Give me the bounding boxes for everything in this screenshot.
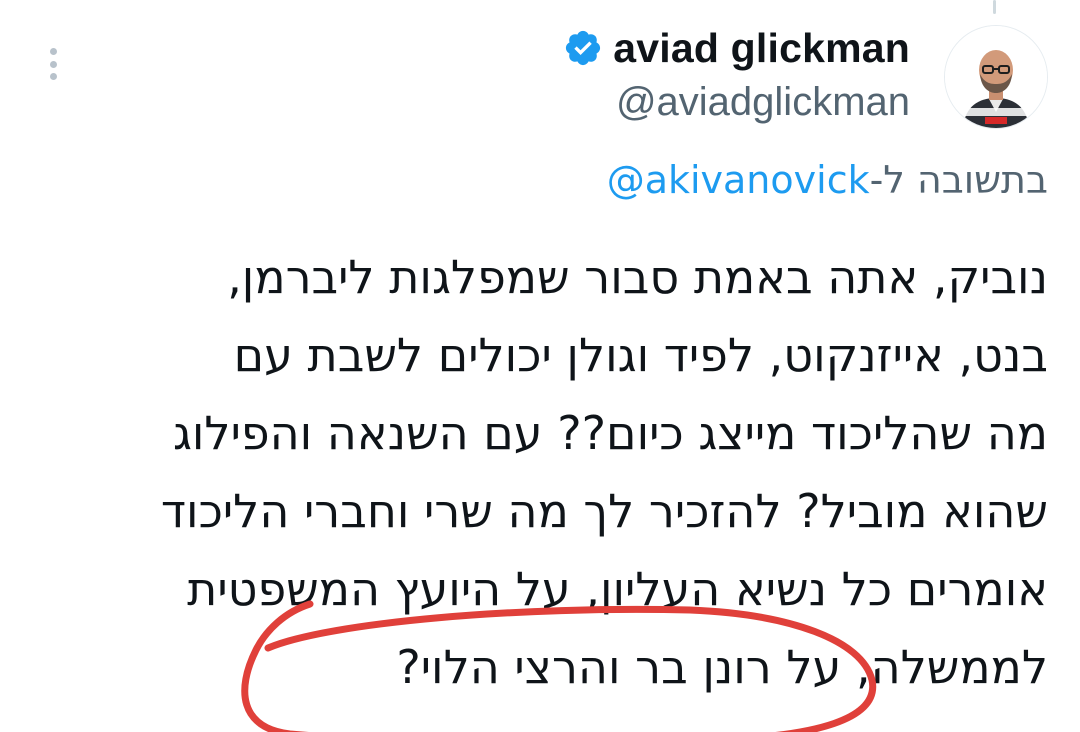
tweet-text-line: לממשלה, על רונן בר והרצי הלוי? (396, 640, 1048, 694)
avatar-portrait (945, 26, 1047, 128)
more-options-button[interactable] (40, 44, 66, 84)
author-handle[interactable]: @aviadglickman (563, 80, 910, 125)
tweet-header: aviad glickman @aviadglickman (563, 22, 910, 125)
tweet-text-line: בנט, אייזנקוט, לפיד וגולן יכולים לשבת עם (233, 328, 1048, 382)
tweet-text-line: נוביק, אתה באמת סבור שמפלגות ליברמן, (227, 250, 1048, 304)
tweet-text-line: מה שהליכוד מייצג כיום?? עם השנאה והפילוג (172, 406, 1048, 460)
more-options-dot (49, 73, 57, 80)
tweet-text: נוביק, אתה באמת סבור שמפלגות ליברמן, בנט… (28, 238, 1048, 706)
reply-prefix: בתשובה ל- (869, 158, 1048, 202)
verified-badge-icon (566, 30, 601, 66)
author-name-row[interactable]: aviad glickman (563, 22, 910, 74)
reply-mention-link[interactable]: @akivanovick (607, 158, 870, 202)
author-avatar[interactable] (944, 25, 1048, 129)
more-options-dot (49, 48, 57, 55)
reply-context: בתשובה ל-@akivanovick (607, 158, 1048, 202)
tweet-text-line: שהוא מוביל? להזכיר לך מה שרי וחברי הליכו… (160, 484, 1048, 538)
more-options-dot (49, 60, 57, 68)
top-divider (993, 0, 996, 14)
author-display-name[interactable]: aviad glickman (613, 25, 910, 72)
tweet-text-line: אומרים כל נשיא העליון, על היועץ המשפטית (187, 562, 1048, 616)
